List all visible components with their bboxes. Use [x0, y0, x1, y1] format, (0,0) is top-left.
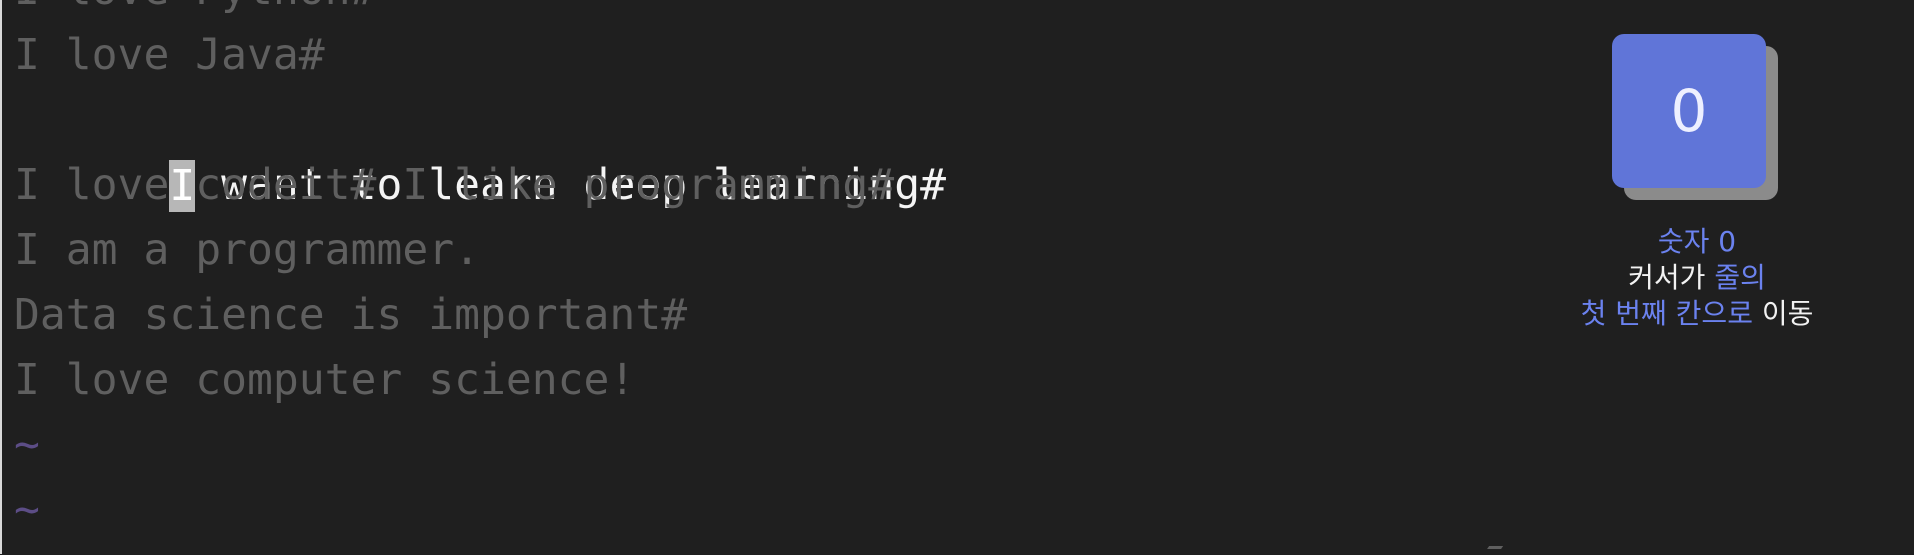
description-line-3-suffix: 이동 — [1752, 297, 1814, 330]
editor-line-4[interactable]: I love codeit# I like programming# — [14, 153, 1514, 218]
editor-line-2[interactable]: I love Java# — [14, 23, 1514, 88]
editor-line-7[interactable]: I love computer science! — [14, 348, 1514, 413]
editor-line-1[interactable]: I love Python# — [14, 0, 1514, 23]
editor-line-6[interactable]: Data science is important# — [14, 283, 1514, 348]
shortcut-hint-panel: 0 숫자 0 커서가 줄의 첫 번째 칸으로 이동 — [1572, 34, 1822, 332]
description-line-2: 커서가 줄의 — [1572, 260, 1822, 296]
description-line-2-accent: 줄의 — [1714, 261, 1766, 294]
description-line-1-accent: 숫자 0 — [1657, 225, 1737, 258]
terminal-frame: I love Python# I love Java# I want to le… — [2, 0, 1914, 555]
key-illustration: 0 — [1612, 34, 1782, 200]
zero-key-icon: 0 — [1612, 34, 1766, 188]
shortcut-description: 숫자 0 커서가 줄의 첫 번째 칸으로 이동 — [1572, 224, 1822, 332]
empty-line-marker-2: ~ — [14, 485, 40, 535]
vim-editor[interactable]: I love Python# I love Java# I want to le… — [14, 0, 1514, 543]
editor-line-5[interactable]: I am a programmer. — [14, 218, 1514, 283]
description-line-3: 첫 번째 칸으로 이동 — [1572, 296, 1822, 332]
description-line-3-accent: 첫 번째 칸으로 — [1580, 297, 1753, 330]
description-line-2-prefix: 커서가 — [1628, 261, 1715, 294]
description-line-1: 숫자 0 — [1572, 224, 1822, 260]
editor-line-3-active[interactable]: I want to learn deep learning# — [14, 88, 1514, 212]
empty-line-marker-1: ~ — [14, 420, 40, 470]
